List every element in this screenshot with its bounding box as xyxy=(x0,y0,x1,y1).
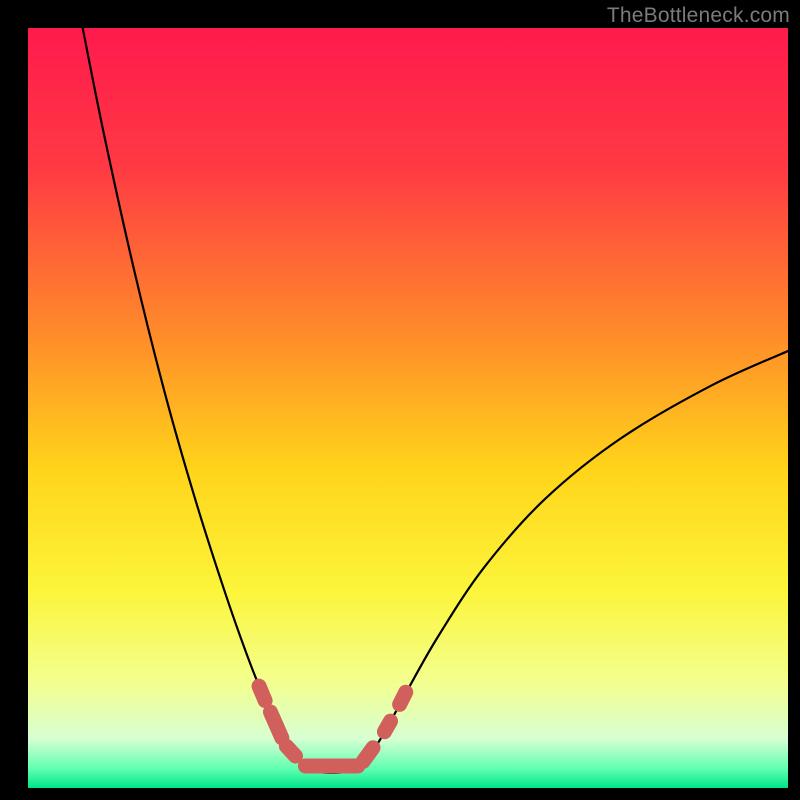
gradient-background xyxy=(28,28,788,788)
highlight-segment xyxy=(270,712,281,738)
highlight-segment xyxy=(363,748,373,762)
bottleneck-curve-plot xyxy=(0,0,800,800)
watermark-text: TheBottleneck.com xyxy=(607,4,790,28)
chart-stage: TheBottleneck.com xyxy=(0,0,800,800)
highlight-segment xyxy=(384,721,390,732)
highlight-segment xyxy=(259,686,265,700)
highlight-segment xyxy=(400,692,406,704)
highlight-segment xyxy=(286,746,295,756)
